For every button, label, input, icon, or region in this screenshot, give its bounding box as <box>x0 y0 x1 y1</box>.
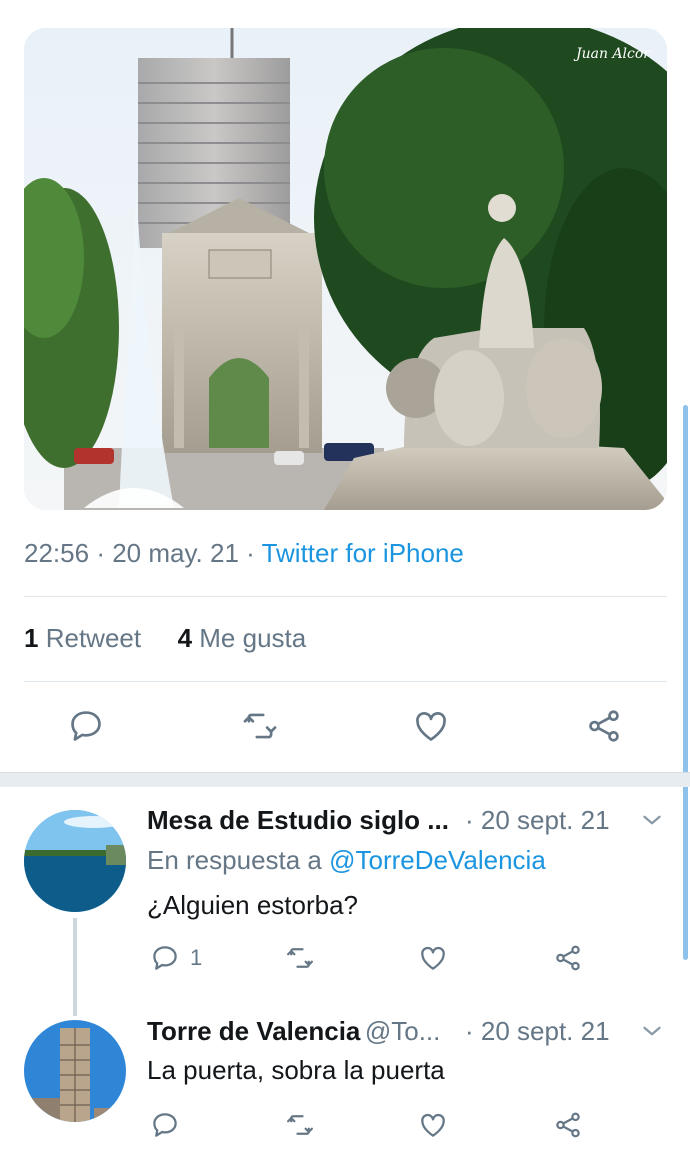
chevron-down-icon[interactable] <box>639 807 665 833</box>
reply-icon <box>153 1113 177 1137</box>
divider <box>24 596 667 597</box>
reply-retweet-button[interactable] <box>285 1110 315 1140</box>
reply-reply-button[interactable]: 1 <box>150 943 202 973</box>
reply-button[interactable] <box>58 698 114 754</box>
dot-separator: · <box>96 538 113 568</box>
retweets-stat[interactable]: 1 Retweet <box>24 623 141 653</box>
thread-connector-line <box>73 918 77 1016</box>
section-separator <box>0 772 690 787</box>
reply-date[interactable]: · 20 sept. 21 <box>465 805 610 836</box>
like-button[interactable] <box>403 698 459 754</box>
reply-author-name[interactable]: Mesa de Estudio siglo ... <box>147 805 449 836</box>
like-label: Me gusta <box>199 623 307 653</box>
reply-share-button[interactable] <box>553 1110 583 1140</box>
like-icon <box>416 712 446 741</box>
reply-reply-button[interactable] <box>150 1110 180 1140</box>
avatar[interactable] <box>24 810 126 912</box>
retweet-label: Retweet <box>45 623 142 653</box>
reply-like-button[interactable] <box>418 943 448 973</box>
reply-header: Torre de Valencia @To... <box>147 1016 440 1047</box>
share-icon <box>589 710 619 742</box>
reply-date[interactable]: · 20 sept. 21 <box>465 1016 610 1047</box>
retweet-icon <box>287 948 313 968</box>
tweet-time: 22:56 <box>24 538 90 568</box>
scrollbar[interactable] <box>683 405 688 960</box>
retweet-count: 1 <box>24 623 39 653</box>
reply-author-name[interactable]: Torre de Valencia <box>147 1016 360 1046</box>
reply-text: ¿Alguien estorba? <box>147 890 359 920</box>
like-count: 4 <box>177 623 193 653</box>
tweet-stats: 1 Retweet 4 Me gusta <box>24 623 306 654</box>
chevron-down-icon[interactable] <box>639 1018 665 1044</box>
reply-icon <box>71 711 101 741</box>
retweet-button[interactable] <box>232 698 288 754</box>
dot-separator: · <box>246 538 262 568</box>
reply-to-handle-link[interactable]: @TorreDeValencia <box>329 845 546 875</box>
reply-to-prefix: En respuesta a <box>147 845 322 875</box>
tweet-photo[interactable]: Juan Alcor <box>24 28 667 510</box>
reply-author-handle[interactable]: @To... <box>365 1016 441 1046</box>
reply-context: En respuesta a @TorreDeValencia <box>147 845 546 876</box>
retweet-icon <box>287 1115 313 1135</box>
avatar[interactable] <box>24 1020 126 1122</box>
reply-retweet-button[interactable] <box>285 943 315 973</box>
tweet-source-link[interactable]: Twitter for iPhone <box>262 538 464 568</box>
tweet-timestamp-line: 22:56 · 20 may. 21 · Twitter for iPhone <box>24 538 464 569</box>
share-button[interactable] <box>576 698 632 754</box>
avatar-image-lake <box>24 810 126 912</box>
divider <box>24 681 667 682</box>
reply-text: La puerta, sobra la puerta <box>147 1055 445 1085</box>
retweet-icon <box>243 713 277 739</box>
share-icon <box>556 945 580 971</box>
photo-watermark: Juan Alcor <box>573 46 651 62</box>
like-icon <box>421 946 445 970</box>
reply-like-button[interactable] <box>418 1110 448 1140</box>
like-icon <box>421 1113 445 1137</box>
reply-share-button[interactable] <box>553 943 583 973</box>
share-icon <box>556 1112 580 1138</box>
reply-count: 1 <box>190 945 203 970</box>
avatar-image-tower <box>24 1020 126 1122</box>
likes-stat[interactable]: 4 Me gusta <box>178 623 307 653</box>
photo-illustration: Juan Alcor <box>24 28 667 510</box>
reply-icon <box>153 946 177 970</box>
tweet-date: 20 may. 21 <box>112 538 239 568</box>
